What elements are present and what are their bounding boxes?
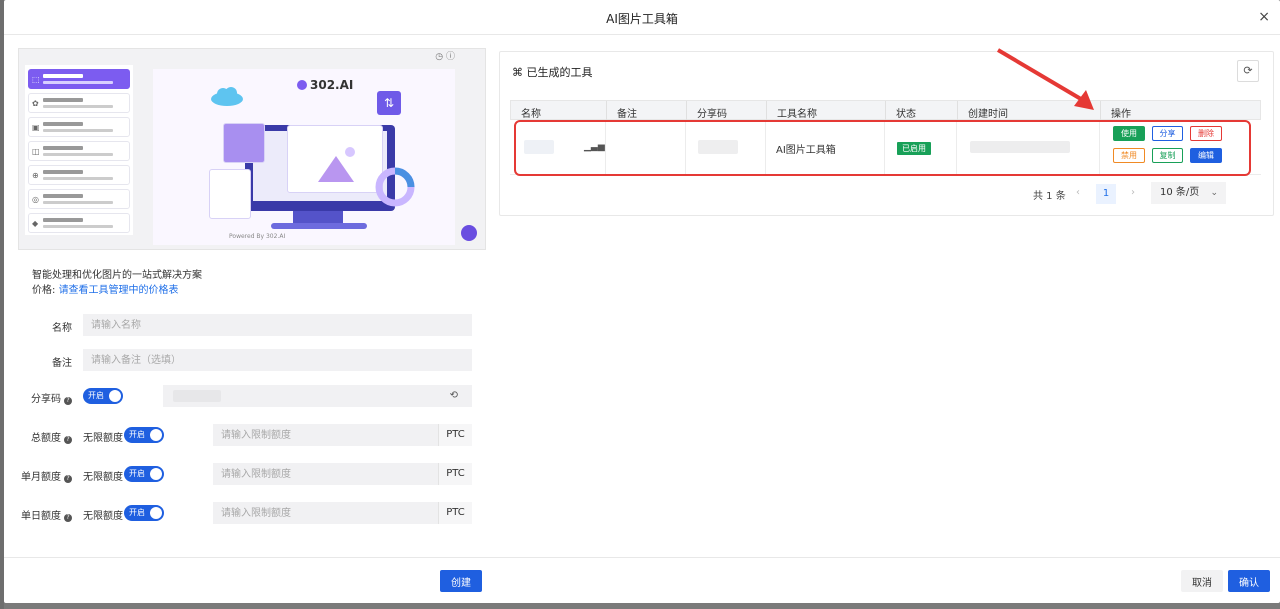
panel-title: ⌘ 已生成的工具 (512, 66, 593, 79)
preview-menu-item: ◎ (28, 189, 130, 209)
sort-arrows-icon: ⇅ (377, 91, 401, 115)
share-code-toggle[interactable]: 开启 (83, 388, 123, 404)
name-label: 名称 (52, 323, 72, 334)
name-input[interactable] (83, 314, 472, 336)
page-size-select[interactable]: 10 条/页 ⌄ (1151, 182, 1226, 204)
ptc-suffix: PTC (438, 502, 472, 524)
note-label: 备注 (52, 358, 72, 369)
daily-quota-input[interactable] (213, 502, 438, 524)
preview-menu-item: ✿ (28, 93, 130, 113)
note-row: 备注 (18, 349, 488, 371)
total-quota-toggle[interactable]: 开启 (124, 427, 164, 443)
unlimited-label: 无限额度 (83, 511, 123, 522)
close-icon[interactable]: × (1258, 9, 1270, 25)
preview-menu-item: ⬚ (28, 69, 130, 89)
preview-powered-by: Powered By 302.AI (229, 233, 286, 240)
name-row: 名称 (18, 314, 488, 336)
cancel-button[interactable]: 取消 (1181, 570, 1223, 592)
generated-tools-panel: ⌘ 已生成的工具 ⟳ 名称 备注 分享码 工具名称 状态 创建时间 操作 ▁▃▅… (499, 51, 1274, 216)
prev-page-icon[interactable]: ‹ (1076, 187, 1080, 207)
help-icon[interactable]: ? (64, 397, 72, 405)
column-header: 操作 (1111, 109, 1131, 120)
price-line: 价格: 请查看工具管理中的价格表 (32, 285, 179, 296)
image-card-icon (223, 123, 265, 163)
dialog-title: AI图片工具箱 (606, 12, 678, 26)
share-code-label: 分享码? (31, 390, 72, 405)
price-table-link[interactable]: 请查看工具管理中的价格表 (59, 285, 179, 296)
daily-quota-toggle[interactable]: 开启 (124, 505, 164, 521)
daily-quota-label: 单日额度? (21, 507, 72, 522)
column-header: 状态 (896, 109, 916, 120)
help-icon[interactable]: ? (64, 475, 72, 483)
table-header: 名称 备注 分享码 工具名称 状态 创建时间 操作 (510, 100, 1261, 121)
preview-sidebar: ⬚ ✿ ▣ ◫ ⊕ ◎ ◆ (25, 65, 133, 235)
preview-menu-item: ◫ (28, 141, 130, 161)
monthly-quota-input[interactable] (213, 463, 438, 485)
share-code-input[interactable]: ⟲ (163, 385, 472, 407)
tool-preview-image: ◷ ⓘ ⬚ ✿ ▣ ◫ ⊕ ◎ ◆ 302.AI ⇅ Powered By 30… (18, 48, 486, 250)
note-input[interactable] (83, 349, 472, 371)
preview-menu-item: ▣ (28, 117, 130, 137)
red-arrow-annotation (996, 48, 1094, 110)
next-page-icon[interactable]: › (1131, 187, 1135, 207)
monthly-quota-row: 单月额度? 无限额度 开启 PTC (18, 463, 488, 485)
pie-chart-icon (375, 167, 415, 207)
dialog-header: AI图片工具箱 × (4, 0, 1280, 35)
image-card-icon (287, 125, 383, 193)
redacted-share-code (173, 390, 221, 402)
pagination-total: 共 1 条 (1033, 191, 1066, 202)
monthly-quota-label: 单月额度? (21, 468, 72, 483)
monthly-quota-toggle[interactable]: 开启 (124, 466, 164, 482)
share-code-row: 分享码? 开启 ⟲ (18, 385, 488, 407)
chat-bubble-icon (461, 225, 477, 241)
preview-menu-item: ⊕ (28, 165, 130, 185)
create-button[interactable]: 创建 (440, 570, 482, 592)
preview-logo: 302.AI (297, 78, 353, 92)
preview-main-area: 302.AI ⇅ Powered By 302.AI (153, 69, 455, 245)
ptc-suffix: PTC (438, 424, 472, 446)
help-icon[interactable]: ? (64, 514, 72, 522)
daily-quota-row: 单日额度? 无限额度 开启 PTC (18, 502, 488, 524)
total-quota-row: 总额度? 无限额度 开启 PTC (18, 424, 488, 446)
tool-description: 智能处理和优化图片的一站式解决方案 价格: 请查看工具管理中的价格表 (32, 268, 202, 298)
column-header: 分享码 (697, 109, 727, 120)
preview-window-icons: ◷ ⓘ (435, 52, 455, 62)
regenerate-icon[interactable]: ⟲ (450, 390, 458, 401)
column-header: 名称 (521, 109, 541, 120)
dialog-footer: 创建 取消 确认 (4, 557, 1280, 603)
total-quota-input[interactable] (213, 424, 438, 446)
confirm-button[interactable]: 确认 (1228, 570, 1270, 592)
tool-dialog: AI图片工具箱 × ◷ ⓘ ⬚ ✿ ▣ ◫ ⊕ ◎ ◆ 302.AI ⇅ Pow… (4, 0, 1280, 603)
total-quota-label: 总额度? (31, 429, 72, 444)
document-icon (209, 169, 251, 219)
unlimited-label: 无限额度 (83, 472, 123, 483)
preview-menu-item: ◆ (28, 213, 130, 233)
column-header: 工具名称 (777, 109, 817, 120)
unlimited-label: 无限额度 (83, 433, 123, 444)
highlight-box (514, 120, 1251, 176)
ptc-suffix: PTC (438, 463, 472, 485)
help-icon[interactable]: ? (64, 436, 72, 444)
column-header: 备注 (617, 109, 637, 120)
cloud-icon (211, 87, 243, 106)
page-number[interactable]: 1 (1096, 184, 1116, 204)
chevron-down-icon: ⌄ (1210, 188, 1218, 198)
description-text: 智能处理和优化图片的一站式解决方案 (32, 270, 202, 281)
refresh-icon[interactable]: ⟳ (1237, 60, 1259, 82)
